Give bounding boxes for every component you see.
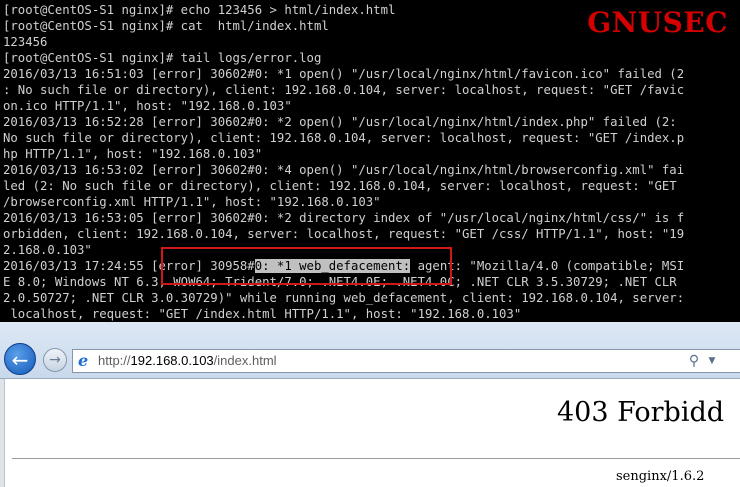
- back-arrow-icon: ←: [11, 348, 29, 372]
- gnusec-watermark: GNUSEC: [587, 6, 728, 39]
- terminal-line-highlighted: 2016/03/13 17:24:55 [error] 30958#0: *1 …: [3, 258, 740, 274]
- log-prefix: 2016/03/13 17:24:55 [error] 30958#: [3, 259, 255, 273]
- terminal-line: 2.168.0.103": [3, 243, 92, 257]
- terminal-line: 2016/03/13 16:53:02 [error] 30602#0: *4 …: [3, 163, 685, 177]
- terminal-line: 2016/03/13 16:51:03 [error] 30602#0: *1 …: [3, 67, 685, 81]
- browser-toolbar: ← → e http://192.168.0.103/index.html ⚲ …: [0, 322, 740, 379]
- terminal-line: 2.0.50727; .NET CLR 3.0.30729)" while ru…: [3, 291, 685, 305]
- address-bar[interactable]: e http://192.168.0.103/index.html ⚲ ▼: [72, 349, 740, 373]
- url-text[interactable]: http://192.168.0.103/index.html: [98, 353, 277, 369]
- server-signature: senginx/1.6.2: [616, 469, 705, 484]
- log-suffix: agent: "Mozilla/4.0 (compatible; MSI: [410, 259, 685, 273]
- page-content: 403 Forbidd senginx/1.6.2: [0, 379, 740, 487]
- url-scheme: http://: [98, 353, 131, 368]
- chevron-down-icon[interactable]: ▼: [705, 352, 719, 370]
- magnifier-icon[interactable]: ⚲: [685, 352, 703, 370]
- terminal-output: [root@CentOS-S1 nginx]# echo 123456 > ht…: [3, 2, 740, 322]
- selected-text[interactable]: 0: *1 web_defacement:: [254, 259, 411, 273]
- terminal-line: 2016/03/13 16:52:28 [error] 30602#0: *2 …: [3, 115, 677, 129]
- terminal-line: orbidden, client: 192.168.0.104, server:…: [3, 227, 685, 241]
- back-button[interactable]: ←: [4, 343, 36, 375]
- terminal-line: No such file or directory), client: 192.…: [3, 131, 685, 145]
- terminal-line: on.ico HTTP/1.1", host: "192.168.0.103": [3, 99, 292, 113]
- terminal-line: localhost, request: "GET /index.html HTT…: [3, 307, 522, 321]
- browser-window: ← → e http://192.168.0.103/index.html ⚲ …: [0, 322, 740, 487]
- error-title: 403 Forbidd: [557, 397, 725, 428]
- url-host: 192.168.0.103: [130, 353, 214, 368]
- horizontal-rule: [12, 458, 740, 459]
- terminal-window[interactable]: [root@CentOS-S1 nginx]# echo 123456 > ht…: [0, 0, 740, 322]
- terminal-line: 2016/03/13 16:53:05 [error] 30602#0: *2 …: [3, 211, 685, 225]
- ie-logo-icon: e: [78, 351, 89, 370]
- terminal-line: [root@CentOS-S1 nginx]# tail logs/error.…: [3, 51, 322, 65]
- terminal-line: E 8.0; Windows NT 6.3; WOW64; Trident/7.…: [3, 275, 677, 289]
- terminal-line: : No such file or directory), client: 19…: [3, 83, 685, 97]
- terminal-line: hp HTTP/1.1", host: "192.168.0.103": [3, 147, 263, 161]
- page-frame-edge: [0, 379, 5, 487]
- url-path: /index.html: [213, 353, 277, 368]
- forward-arrow-icon: →: [49, 352, 61, 368]
- terminal-line: /browserconfig.xml HTTP/1.1", host: "192…: [3, 195, 381, 209]
- terminal-line: led (2: No such file or directory), clie…: [3, 179, 677, 193]
- forward-button[interactable]: →: [43, 348, 67, 372]
